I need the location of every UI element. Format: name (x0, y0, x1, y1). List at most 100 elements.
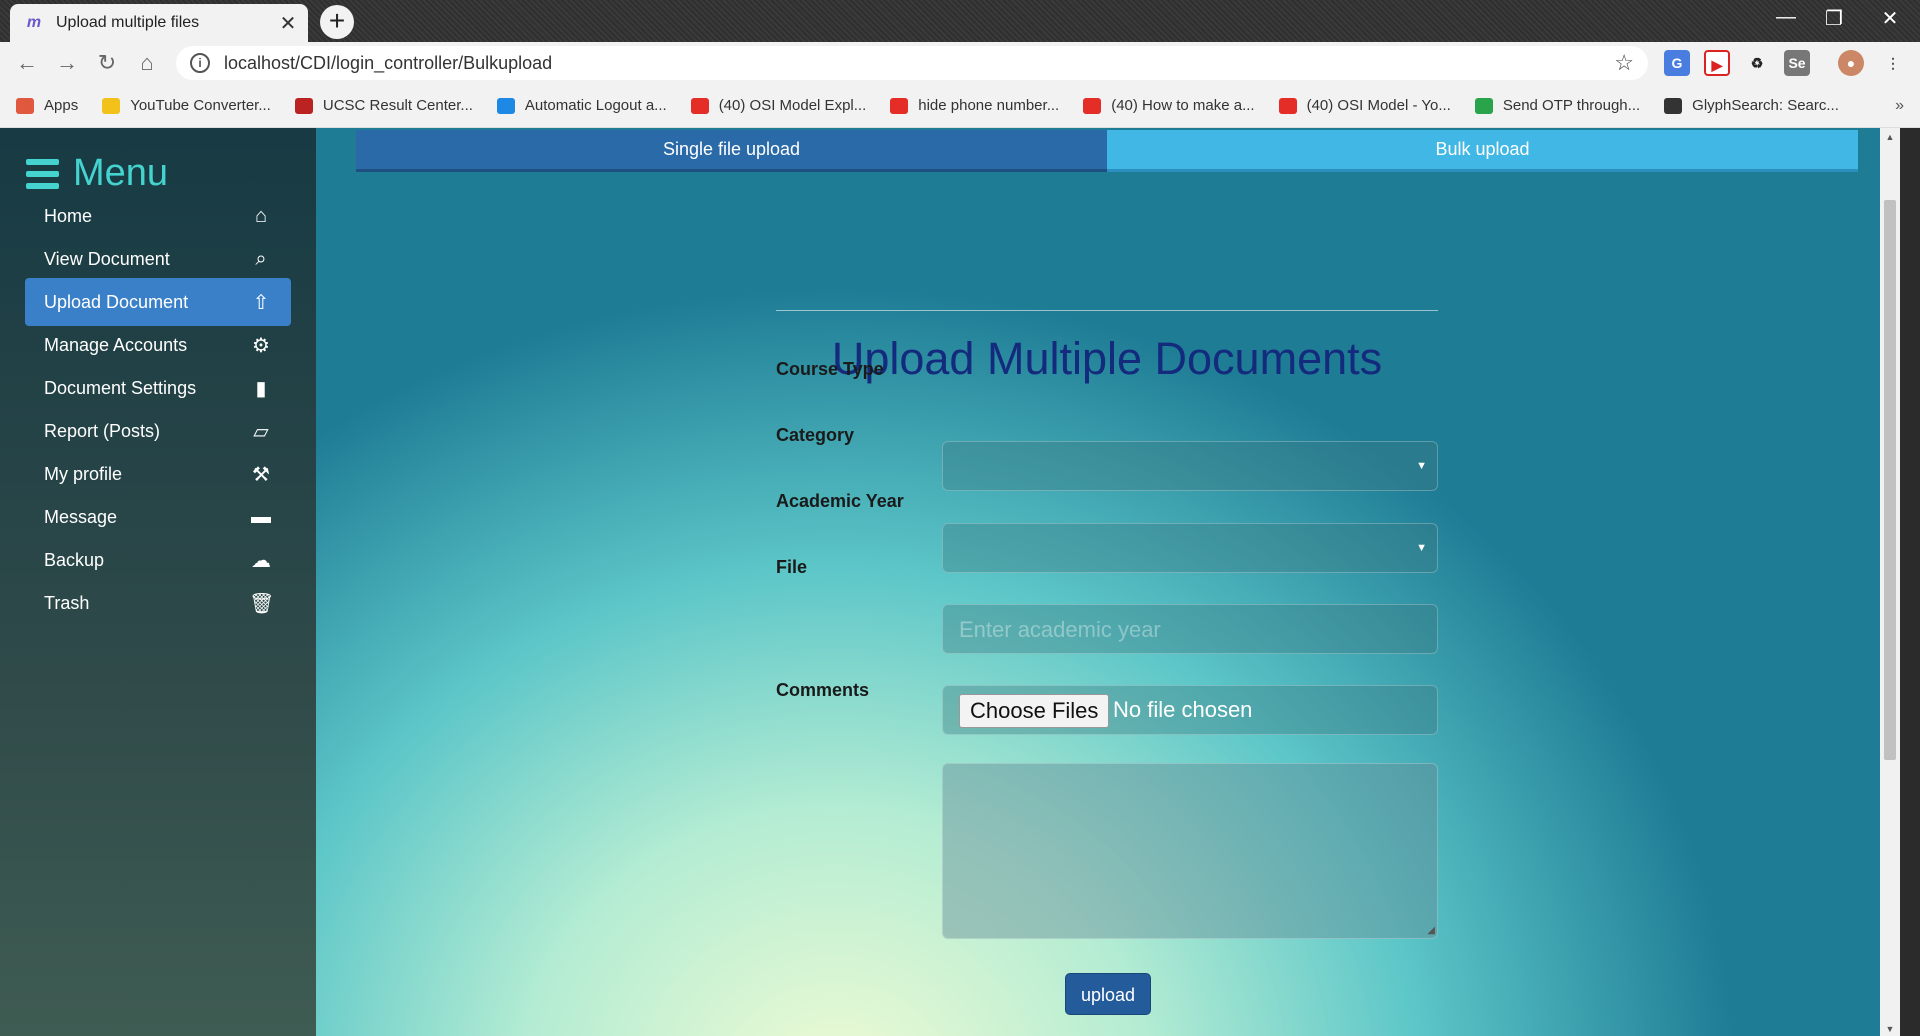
s-icon (1474, 97, 1493, 114)
folder-open-icon: ▱ (253, 420, 269, 443)
youtube-icon (690, 97, 709, 114)
bookmark-label: GlyphSearch: Searc... (1692, 97, 1839, 114)
hamburger-icon[interactable] (26, 158, 59, 189)
sidebar-item-upload-document[interactable]: Upload Document ⇧ (25, 278, 291, 326)
bookmark-label: YouTube Converter... (130, 97, 271, 114)
youtube-icon (1278, 97, 1297, 114)
category-select[interactable]: ▼ (942, 523, 1438, 573)
forward-arrow-icon[interactable]: → (54, 50, 80, 76)
sidebar-item-label: Upload Document (44, 291, 189, 312)
back-arrow-icon[interactable]: ← (14, 50, 40, 76)
upload-button[interactable]: upload (1065, 973, 1151, 1015)
close-window-button[interactable]: ✕ (1870, 6, 1910, 31)
bookmark-item[interactable]: Apps (16, 97, 78, 114)
page-scrollbar[interactable]: ▲ ▼ (1880, 128, 1900, 1036)
dropdown-caret-icon: ▼ (1416, 460, 1427, 472)
new-tab-button[interactable]: + (320, 5, 354, 39)
scroll-up-icon[interactable]: ▲ (1880, 132, 1900, 142)
bookmark-star-icon[interactable]: ☆ (1614, 50, 1634, 76)
search-icon: ⌕ (255, 247, 267, 270)
sidebar-item-message[interactable]: Message ▬ (25, 493, 291, 541)
browser-toolbar: ← → ↻ ⌂ i localhost/CDI/login_controller… (0, 42, 1920, 84)
site-favicon-icon: m (26, 14, 42, 31)
sidebar-item-manage-accounts[interactable]: Manage Accounts ⚙ (25, 321, 291, 369)
youtube-icon (890, 97, 909, 114)
course-type-label: Course Type (776, 359, 884, 379)
sidebar-item-backup[interactable]: Backup ☁ (25, 536, 291, 584)
bookmark-item[interactable]: YouTube Converter... (102, 97, 271, 114)
scrollbar-thumb[interactable] (1884, 200, 1896, 760)
sidebar-item-home[interactable]: Home ⌂ (25, 192, 291, 240)
resize-grip-icon[interactable]: ◢ (1427, 925, 1435, 936)
sidebar-item-label: Report (Posts) (44, 420, 161, 441)
sidebar-item-label: My profile (44, 463, 123, 484)
bookmark-item[interactable]: GlyphSearch: Searc... (1664, 97, 1839, 114)
page-icon (294, 97, 313, 114)
bookmark-item[interactable]: Send OTP through... (1474, 97, 1641, 114)
site-info-icon[interactable]: i (190, 53, 210, 73)
sidebar-item-view-document[interactable]: View Document ⌕ (25, 235, 291, 283)
home-icon: ⌂ (254, 204, 268, 227)
url-text[interactable]: localhost/CDI/login_controller/Bulkuploa… (224, 53, 552, 74)
academic-year-placeholder: Enter academic year (959, 617, 1161, 642)
comments-textarea[interactable]: ◢ (942, 763, 1438, 939)
dropdown-caret-icon: ▼ (1416, 542, 1427, 554)
choose-files-button[interactable]: Choose Files (959, 694, 1110, 728)
bookmark-label: hide phone number... (918, 97, 1060, 114)
translate-extension-icon[interactable]: G (1664, 50, 1690, 76)
comments-label: Comments (776, 680, 870, 700)
sidebar-item-label: Backup (44, 549, 105, 570)
bookmark-item[interactable]: Automatic Logout a... (496, 97, 667, 114)
tab-close-icon[interactable]: ✕ (278, 11, 298, 36)
bookmark-label: (40) OSI Model Expl... (718, 97, 867, 114)
reload-icon[interactable]: ↻ (94, 50, 120, 76)
course-type-select[interactable]: ▼ (942, 441, 1438, 491)
apps-icon (16, 97, 34, 114)
trash-icon: 🗑 (249, 592, 275, 615)
form-divider (776, 310, 1438, 311)
gear-icon: ⚙ (252, 334, 270, 357)
scroll-down-icon[interactable]: ▼ (1880, 1024, 1900, 1034)
more-bookmarks-icon[interactable]: » (1895, 97, 1904, 115)
bookmark-item[interactable]: (40) How to make a... (1083, 97, 1255, 114)
sidebar-item-label: Message (44, 506, 118, 527)
recycle-extension-icon[interactable]: ♻ (1744, 50, 1770, 76)
profile-avatar[interactable]: ● (1838, 50, 1864, 76)
bookmark-label: Send OTP through... (1502, 97, 1641, 114)
bookmark-label: (40) How to make a... (1111, 97, 1255, 114)
menu-title: Menu (73, 152, 169, 194)
sidebar-item-label: Trash (44, 592, 90, 613)
maximize-button[interactable]: ❐ (1814, 6, 1854, 31)
sidebar-item-my-profile[interactable]: My profile ⚒ (25, 450, 291, 498)
sidebar-item-document-settings[interactable]: Document Settings ▮ (25, 364, 291, 412)
address-bar[interactable]: i localhost/CDI/login_controller/Bulkupl… (176, 46, 1648, 80)
main-content: Single file upload Bulk upload Upload Mu… (316, 128, 1900, 1036)
bookmark-item[interactable]: (40) OSI Model Expl... (690, 97, 867, 114)
glyph-icon (1664, 97, 1683, 114)
bookmark-label: Apps (44, 97, 79, 114)
tab-bulk-upload[interactable]: Bulk upload (1107, 130, 1858, 172)
tab-single-file-upload[interactable]: Single file upload (356, 130, 1107, 172)
browser-menu-icon[interactable]: ⋮ (1880, 50, 1906, 76)
sidebar-item-report-posts[interactable]: Report (Posts) ▱ (25, 407, 291, 455)
cloud-upload-icon: ☁ (251, 549, 271, 572)
smiley-icon (102, 97, 121, 114)
video-extension-icon[interactable]: ▶ (1704, 50, 1730, 76)
category-label: Category (776, 425, 855, 445)
browser-tab-strip: m Upload multiple files ✕ + — ❐ ✕ (0, 0, 1920, 42)
academic-year-label: Academic Year (776, 491, 904, 511)
selenium-extension-icon[interactable]: Se (1784, 50, 1810, 76)
bookmarks-bar: Apps YouTube Converter... UCSC Result Cent… (0, 84, 1920, 128)
academic-year-input[interactable]: Enter academic year (942, 604, 1438, 654)
minimize-button[interactable]: — (1766, 6, 1806, 29)
sidebar-item-label: Document Settings (44, 377, 197, 398)
browser-tab[interactable]: m Upload multiple files ✕ (10, 4, 308, 42)
upload-icon: ⇧ (252, 291, 270, 314)
bookmark-item[interactable]: (40) OSI Model - Yo... (1278, 97, 1451, 114)
wrench-icon: ⚒ (252, 463, 270, 486)
home-icon[interactable]: ⌂ (134, 50, 160, 76)
bookmark-item[interactable]: UCSC Result Center... (294, 97, 473, 114)
bookmark-item[interactable]: hide phone number... (890, 97, 1059, 114)
sidebar-item-trash[interactable]: Trash 🗑 (25, 579, 291, 627)
file-input[interactable]: Choose Files No file chosen (942, 685, 1438, 735)
